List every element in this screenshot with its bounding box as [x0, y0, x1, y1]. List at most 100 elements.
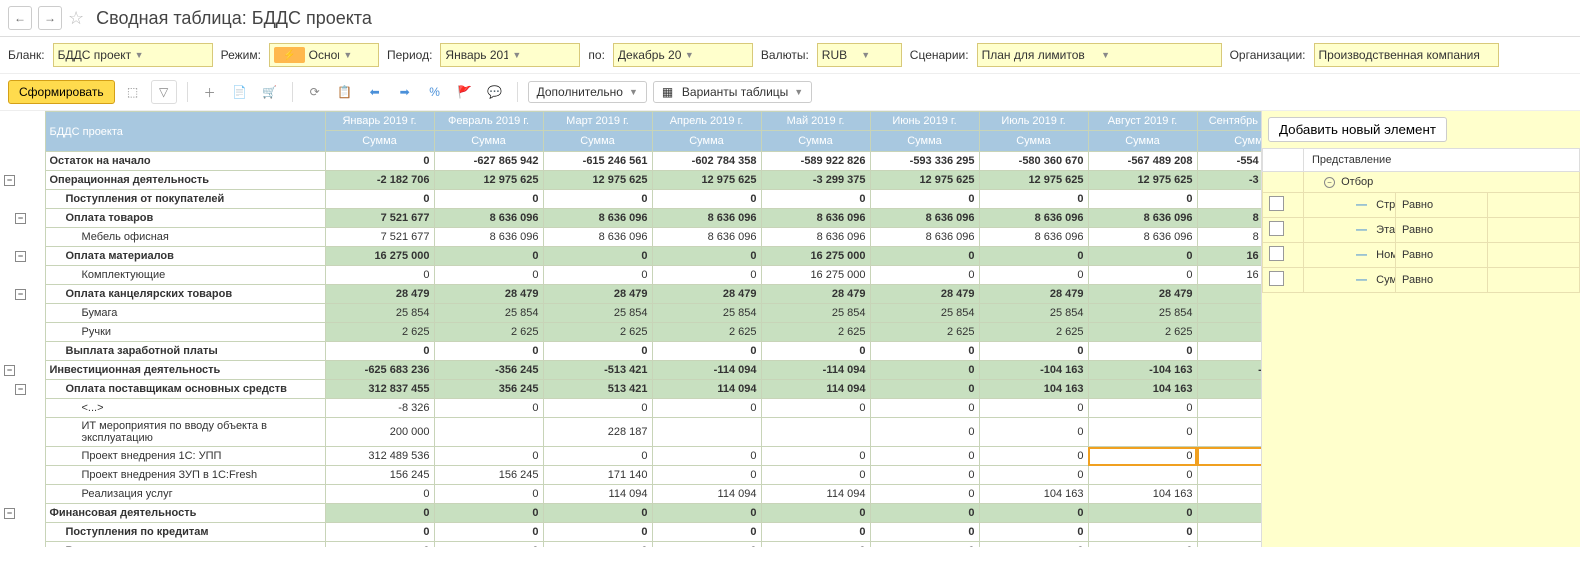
cell[interactable]: 0 — [979, 399, 1088, 418]
cell[interactable]: 0 — [434, 447, 543, 466]
cell[interactable]: 16 275 000 — [761, 247, 870, 266]
cell[interactable]: 8 636 096 — [870, 228, 979, 247]
cell[interactable]: 0 — [870, 542, 979, 548]
cell[interactable]: 0 — [1088, 418, 1197, 447]
cell[interactable]: 0 — [761, 447, 870, 466]
collapse-icon[interactable]: − — [1324, 177, 1335, 188]
cell[interactable]: 0 — [979, 523, 1088, 542]
cell[interactable]: 25 854 — [1088, 304, 1197, 323]
cell[interactable]: 0 — [325, 504, 434, 523]
cell[interactable]: 0 — [870, 342, 979, 361]
cell[interactable]: 2 625 — [1197, 323, 1261, 342]
collapse-icon[interactable]: − — [4, 365, 15, 376]
cell[interactable] — [761, 418, 870, 447]
cell[interactable]: 8 636 096 — [434, 209, 543, 228]
add-element-button[interactable]: Добавить новый элемент — [1268, 117, 1447, 142]
scenario-input[interactable]: План для лимитов▼ — [977, 43, 1222, 67]
collapse-icon[interactable]: − — [15, 213, 26, 224]
cell[interactable]: 0 — [543, 342, 652, 361]
cell[interactable]: 312 489 536 — [325, 447, 434, 466]
cell[interactable]: 2 625 — [434, 323, 543, 342]
cell[interactable]: 0 — [325, 190, 434, 209]
cell[interactable]: 2 625 — [870, 323, 979, 342]
cell[interactable]: 0 — [652, 542, 761, 548]
table-row[interactable]: Бумага25 85425 85425 85425 85425 85425 8… — [0, 304, 1261, 323]
table-row[interactable]: −Оплата поставщикам основных средств312 … — [0, 380, 1261, 399]
cell[interactable]: 156 245 — [325, 466, 434, 485]
cell[interactable]: 25 854 — [543, 304, 652, 323]
cell[interactable]: 104 163 — [979, 485, 1088, 504]
cell[interactable]: 12 975 625 — [543, 171, 652, 190]
cell[interactable]: 0 — [325, 523, 434, 542]
cell[interactable]: 0 — [434, 504, 543, 523]
cell[interactable]: -513 421 — [543, 361, 652, 380]
chevron-down-icon[interactable]: ▼ — [1101, 50, 1217, 60]
cube-icon[interactable]: ⬚ — [121, 81, 145, 103]
cell[interactable]: 8 636 096 — [761, 209, 870, 228]
cell[interactable]: 0 — [761, 466, 870, 485]
table-row[interactable]: <...>-8 32600000000 — [0, 399, 1261, 418]
cell[interactable]: 8 636 096 — [1197, 209, 1261, 228]
table-row[interactable]: ИТ мероприятия по вводу объекта в эксплу… — [0, 418, 1261, 447]
cell[interactable]: 0 — [1088, 523, 1197, 542]
checkbox[interactable] — [1269, 196, 1284, 211]
cell[interactable]: 0 — [434, 342, 543, 361]
cell[interactable]: 114 094 — [761, 380, 870, 399]
cell[interactable]: 12 975 625 — [652, 171, 761, 190]
percent-icon[interactable]: % — [423, 81, 447, 103]
cell[interactable]: 0 — [1088, 247, 1197, 266]
cell[interactable]: 0 — [1197, 466, 1261, 485]
cell[interactable]: 0 — [434, 190, 543, 209]
cell[interactable]: 8 636 096 — [1197, 228, 1261, 247]
cell[interactable]: 0 — [1088, 190, 1197, 209]
cell[interactable]: 0 — [870, 266, 979, 285]
cell[interactable]: 16 275 000 — [1197, 266, 1261, 285]
cell[interactable]: -567 489 208 — [1088, 152, 1197, 171]
cell[interactable]: 114 094 — [652, 380, 761, 399]
cell[interactable]: 0 — [761, 342, 870, 361]
cell[interactable]: 0 — [1088, 399, 1197, 418]
table-row[interactable]: Выплата заработной платы000000000 — [0, 342, 1261, 361]
forward-button[interactable]: → — [38, 6, 62, 30]
back-button[interactable]: ← — [8, 6, 32, 30]
cell[interactable]: 0 — [979, 447, 1088, 466]
cell[interactable]: 0 — [652, 447, 761, 466]
cell[interactable]: 8 636 096 — [434, 228, 543, 247]
table-row[interactable]: −Финансовая деятельность000000000 — [0, 504, 1261, 523]
cell[interactable]: 8 636 096 — [1088, 209, 1197, 228]
cell[interactable]: 0 — [1088, 504, 1197, 523]
settings-table[interactable]: Представление − Отбор — СтрокиРавно— Эта… — [1262, 148, 1580, 293]
filter-row[interactable]: — Номен...Равно — [1263, 243, 1580, 268]
cell[interactable]: 0 — [434, 523, 543, 542]
cell[interactable]: 12 975 625 — [1088, 171, 1197, 190]
cell[interactable]: 0 — [870, 247, 979, 266]
cell[interactable]: 25 854 — [761, 304, 870, 323]
cell[interactable]: -2 182 706 — [325, 171, 434, 190]
collapse-icon[interactable]: − — [15, 384, 26, 395]
filter-row[interactable]: — Этапы ...Равно — [1263, 218, 1580, 243]
cell[interactable]: 0 — [761, 504, 870, 523]
cell[interactable]: 16 275 000 — [325, 247, 434, 266]
cell[interactable]: -3 299 375 — [761, 171, 870, 190]
generate-button[interactable]: Сформировать — [8, 80, 115, 104]
table-row[interactable]: Остаток на начало0-627 865 942-615 246 5… — [0, 152, 1261, 171]
cell[interactable]: 25 854 — [434, 304, 543, 323]
cell[interactable]: 0 — [434, 399, 543, 418]
cell[interactable]: 0 — [1197, 399, 1261, 418]
cell[interactable]: 171 140 — [543, 466, 652, 485]
cell[interactable]: 0 — [652, 190, 761, 209]
cell[interactable]: 25 854 — [652, 304, 761, 323]
table-row[interactable]: −Инвестиционная деятельность-625 683 236… — [0, 361, 1261, 380]
cell[interactable]: -356 245 — [434, 361, 543, 380]
table-row[interactable]: −Оплата материалов16 275 00000016 275 00… — [0, 247, 1261, 266]
cell[interactable]: 0 — [979, 466, 1088, 485]
cell[interactable]: 0 — [979, 418, 1088, 447]
filter-row[interactable]: — СтрокиРавно — [1263, 193, 1580, 218]
cart-icon[interactable]: 🛒 — [258, 81, 282, 103]
cell[interactable]: 0 — [870, 399, 979, 418]
cell[interactable]: 0 — [652, 399, 761, 418]
cell[interactable]: 0 — [543, 247, 652, 266]
cell[interactable]: 0 — [543, 504, 652, 523]
cell[interactable]: 16 275 000 — [761, 266, 870, 285]
cell[interactable]: -615 246 561 — [543, 152, 652, 171]
